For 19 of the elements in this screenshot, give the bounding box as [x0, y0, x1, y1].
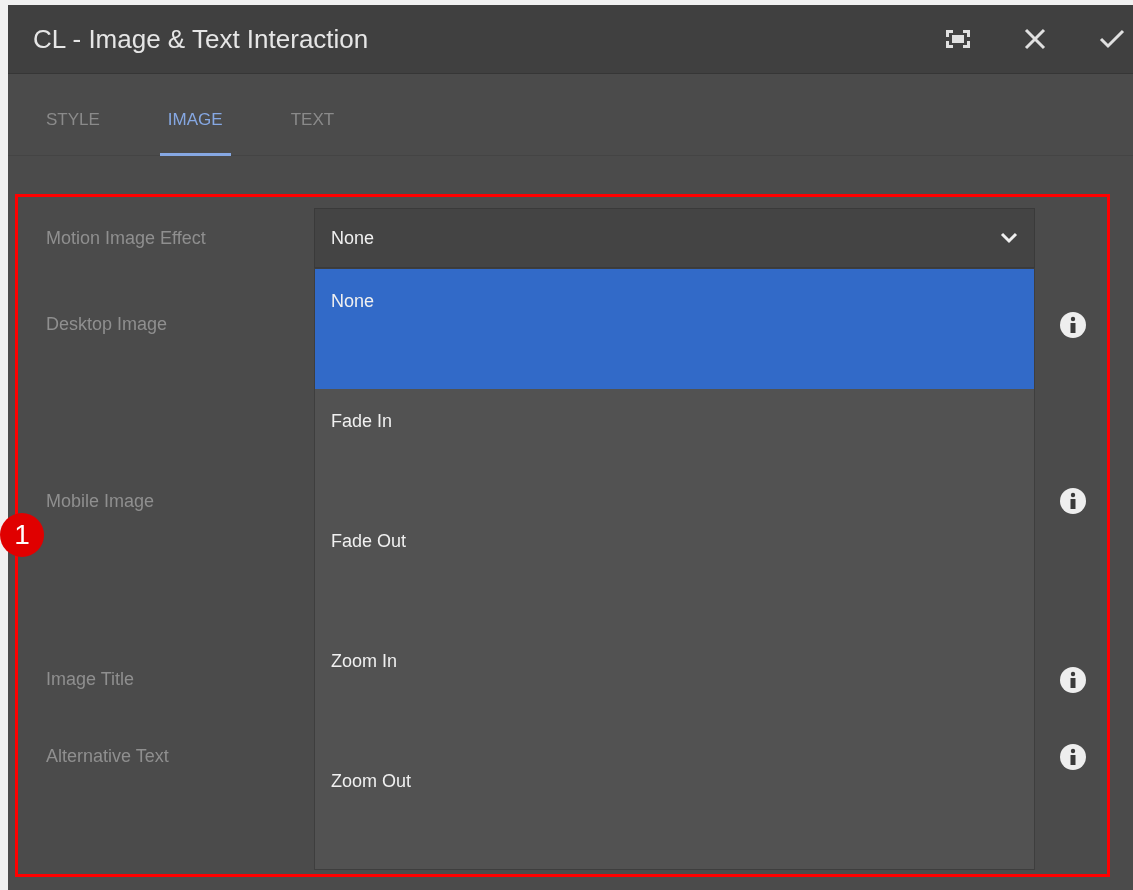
dropdown-option[interactable]: None: [315, 269, 1034, 389]
field-label: Mobile Image: [46, 490, 156, 512]
info-icon[interactable]: [1059, 487, 1087, 515]
fullscreen-icon[interactable]: [945, 29, 971, 49]
field-label: Image Title: [46, 669, 136, 690]
dropdown-field[interactable]: None: [314, 208, 1035, 268]
caret-icon: [1000, 232, 1018, 244]
close-icon[interactable]: [1023, 27, 1047, 51]
field-label: Desktop Image: [46, 314, 169, 335]
info-icon[interactable]: [1059, 310, 1087, 339]
field-label: Alternative Text: [46, 746, 170, 767]
info-icon[interactable]: [1059, 742, 1087, 771]
tab[interactable]: IMAGE: [159, 74, 231, 156]
annotation-badge: 1: [0, 513, 44, 557]
window-title: CL - Image & Text Interaction: [33, 23, 370, 55]
field-label: Motion Image Effect: [46, 227, 207, 249]
dropdown-value: None: [331, 227, 375, 249]
checkmark-icon[interactable]: [1099, 29, 1125, 49]
info-icon[interactable]: [1059, 665, 1087, 694]
